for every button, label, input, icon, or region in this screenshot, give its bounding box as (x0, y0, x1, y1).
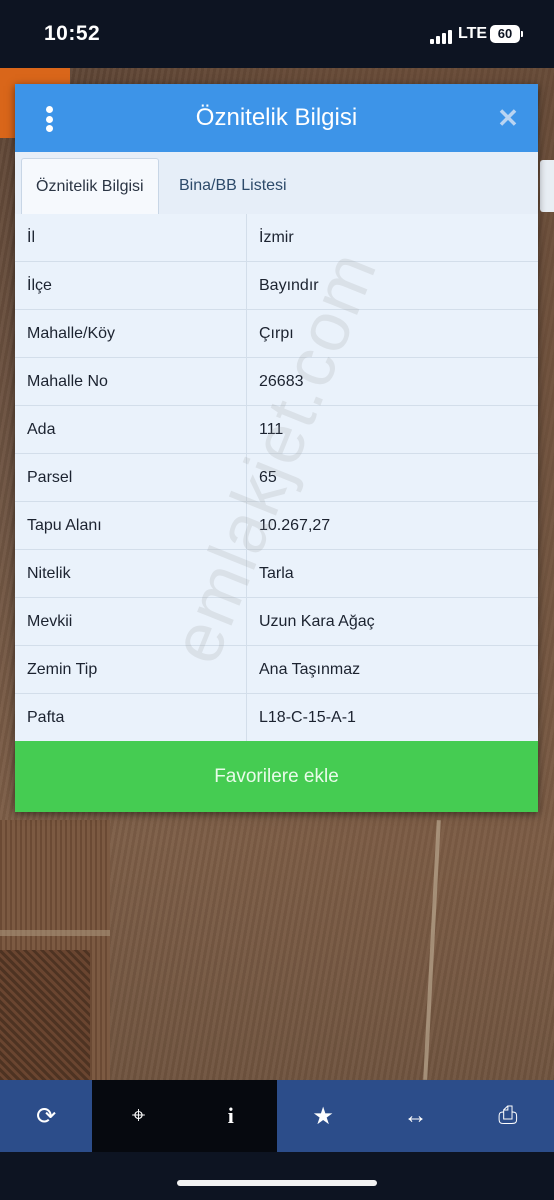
print-icon[interactable]: ⎙ (462, 1080, 554, 1152)
table-row: Parsel 65 (15, 454, 538, 502)
home-indicator[interactable] (177, 1180, 377, 1186)
row-key: Tapu Alanı (15, 502, 247, 549)
row-key: Mahalle No (15, 358, 247, 405)
attribute-table: İl İzmir İlçe Bayındır Mahalle/Köy Çırpı Ma… (15, 214, 538, 742)
table-row: Mahalle No 26683 (15, 358, 538, 406)
row-value: Ana Taşınmaz (259, 661, 361, 678)
row-key: Zemin Tip (15, 646, 247, 693)
tab-attribute-info[interactable]: Öznitelik Bilgisi (21, 158, 159, 214)
bottom-toolbar: ⟳ ⌖ i ★ ↔ ⎙ (0, 1080, 554, 1152)
info-icon[interactable]: i (184, 1080, 277, 1152)
table-row: Mahalle/Köy Çırpı (15, 310, 538, 358)
map-road (0, 930, 110, 936)
tab-building-list[interactable]: Bina/BB Listesi (165, 158, 301, 214)
row-key: Nitelik (15, 550, 247, 597)
battery-icon: 60 (490, 25, 523, 43)
row-value: İzmir (259, 229, 294, 246)
row-value: Tarla (259, 565, 294, 582)
star-icon[interactable]: ★ (277, 1080, 369, 1152)
measure-icon[interactable]: ↔ (369, 1080, 461, 1152)
row-key: Mahalle/Köy (15, 310, 247, 357)
map-field (0, 950, 90, 1080)
kebab-menu-icon[interactable] (43, 106, 55, 132)
row-key: Pafta (15, 694, 247, 741)
row-value: Uzun Kara Ağaç (259, 613, 375, 630)
table-row: Nitelik Tarla (15, 550, 538, 598)
table-row: Pafta L18-C-15-A-1 (15, 694, 538, 742)
table-row: Mevkii Uzun Kara Ağaç (15, 598, 538, 646)
table-row: İl İzmir (15, 214, 538, 262)
status-time: 10:52 (44, 22, 101, 45)
add-to-favorites-button[interactable]: Favorilere ekle (15, 741, 538, 812)
table-row: İlçe Bayındır (15, 262, 538, 310)
row-key: İlçe (15, 262, 247, 309)
attribute-dialog: Öznitelik Bilgisi ✕ Öznitelik Bilgisi Bi… (15, 84, 538, 812)
crosshair-icon[interactable]: ⌖ (92, 1080, 185, 1152)
network-label: LTE (458, 25, 488, 42)
row-value: 111 (259, 421, 284, 438)
refresh-icon[interactable]: ⟳ (0, 1080, 92, 1152)
table-row: Tapu Alanı 10.267,27 (15, 502, 538, 550)
dialog-tabs: Öznitelik Bilgisi Bina/BB Listesi (15, 152, 538, 215)
row-value: 10.267,27 (259, 517, 331, 534)
signal-icon (430, 28, 452, 44)
row-key: Ada (15, 406, 247, 453)
dialog-header: Öznitelik Bilgisi ✕ (15, 84, 538, 152)
row-value: Bayındır (259, 277, 319, 294)
row-key: Mevkii (15, 598, 247, 645)
close-icon[interactable]: ✕ (496, 104, 520, 132)
row-value: 65 (259, 469, 277, 486)
row-value: Çırpı (259, 325, 294, 342)
home-area (0, 1152, 554, 1200)
table-row: Ada 111 (15, 406, 538, 454)
row-value: L18-C-15-A-1 (259, 709, 356, 726)
row-key: Parsel (15, 454, 247, 501)
table-row: Zemin Tip Ana Taşınmaz (15, 646, 538, 694)
side-handle[interactable] (540, 160, 554, 212)
status-bar: 10:52 LTE 60 (0, 0, 554, 68)
dialog-title: Öznitelik Bilgisi (195, 104, 358, 131)
row-value: 26683 (259, 373, 304, 390)
row-key: İl (15, 214, 247, 261)
